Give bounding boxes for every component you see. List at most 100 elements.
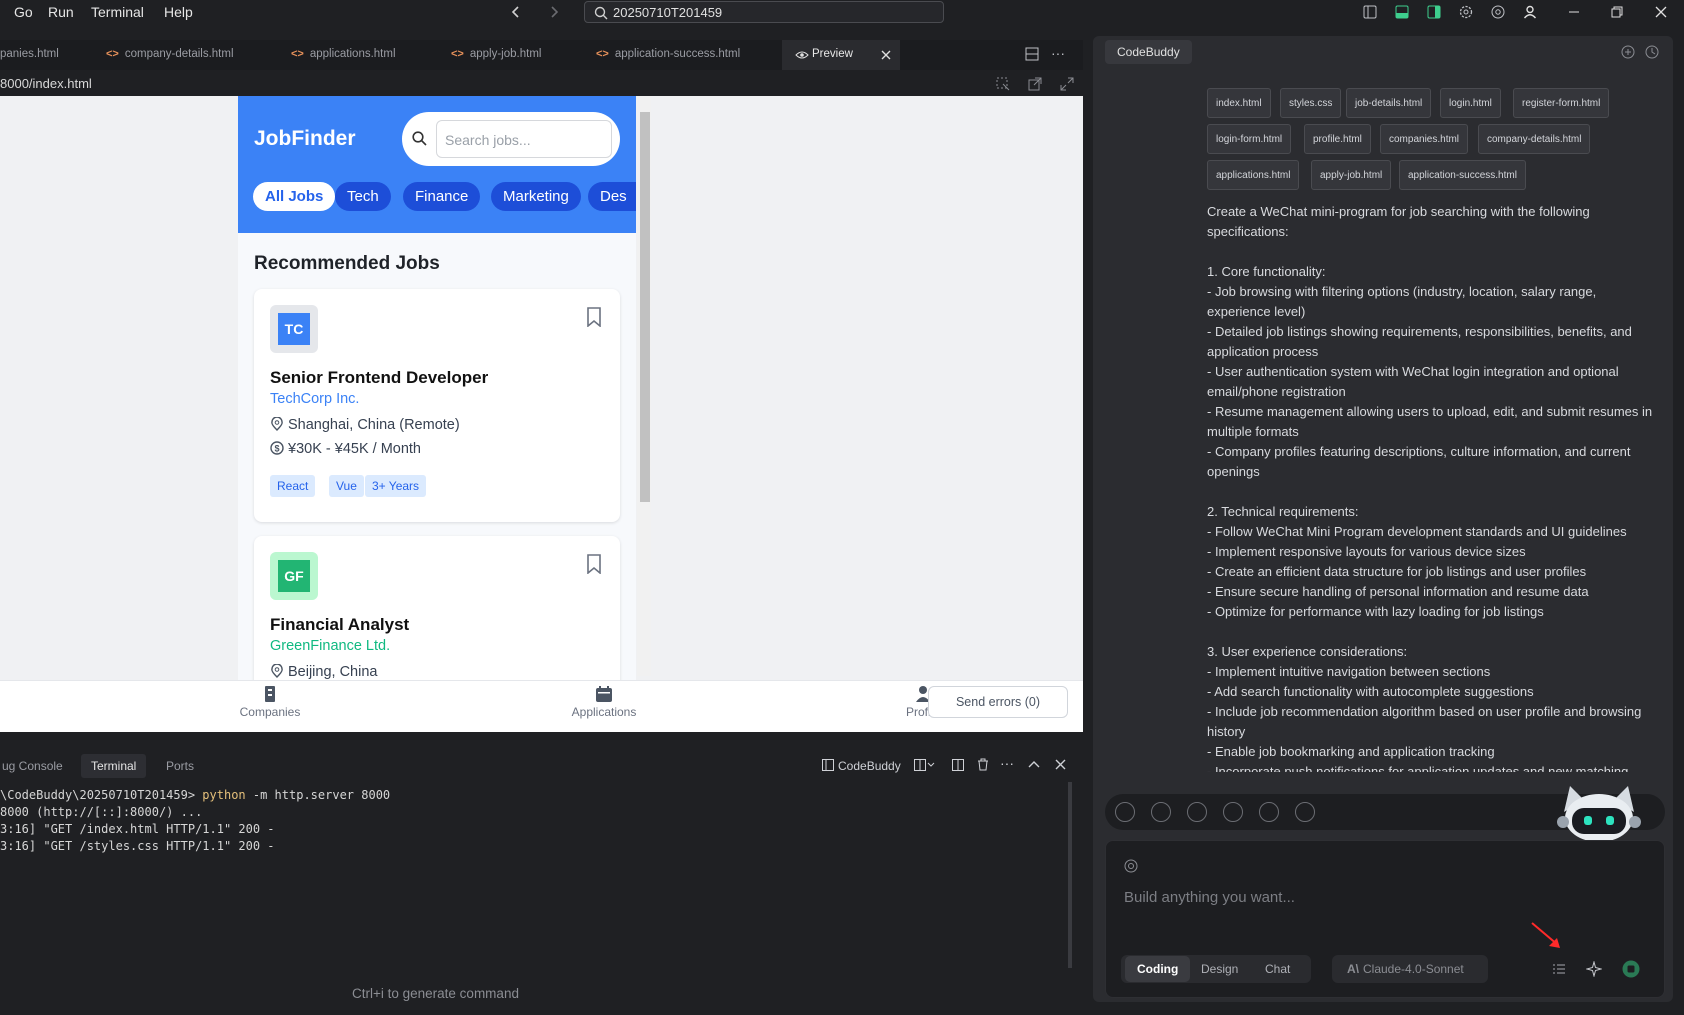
- menu-help[interactable]: Help: [164, 4, 193, 20]
- task-list-icon[interactable]: [1552, 962, 1566, 976]
- terminal-profile-label[interactable]: CodeBuddy: [838, 759, 901, 773]
- terminal-panel: ug Console Terminal Ports CodeBuddy ··· …: [0, 746, 1083, 1006]
- prompt-line: - Detailed job listings showing requirem…: [1207, 324, 1632, 359]
- mode-chat[interactable]: Chat: [1265, 962, 1290, 976]
- file-chip[interactable]: profile.html: [1304, 124, 1371, 154]
- preview-scrollbar-thumb[interactable]: [640, 112, 650, 502]
- file-chip[interactable]: index.html: [1207, 88, 1271, 118]
- job-title: Financial Analyst: [270, 615, 410, 634]
- toggle-panel-icon[interactable]: [1395, 5, 1409, 19]
- category-tech[interactable]: Tech: [335, 182, 391, 211]
- command-search-box[interactable]: 20250710T201459: [584, 1, 944, 23]
- tab-ports[interactable]: Ports: [156, 754, 204, 778]
- deploy-rocket-icon[interactable]: [1295, 802, 1315, 822]
- tab-label: application-success.html: [614, 48, 741, 60]
- minimize-icon[interactable]: [1567, 5, 1581, 19]
- bookmark-icon[interactable]: [586, 307, 602, 327]
- preview-eye-icon[interactable]: [1259, 802, 1279, 822]
- tab-preview[interactable]: Preview: [782, 40, 900, 70]
- send-button-icon[interactable]: [1622, 960, 1640, 978]
- enhance-prompt-icon[interactable]: [1586, 961, 1602, 977]
- image-icon[interactable]: [1223, 802, 1243, 822]
- maximize-panel-icon[interactable]: [1028, 760, 1040, 768]
- anthropic-icon: A\: [1347, 962, 1359, 976]
- category-marketing[interactable]: Marketing: [491, 182, 581, 211]
- tab-application-success[interactable]: <> application-success.html: [596, 40, 740, 70]
- file-chip[interactable]: application-success.html: [1399, 160, 1526, 190]
- nav-applications[interactable]: Applications: [559, 685, 649, 719]
- codebuddy-mascot-icon: [1557, 786, 1641, 840]
- close-window-icon[interactable]: [1654, 5, 1668, 19]
- expand-icon[interactable]: [1060, 77, 1074, 91]
- close-panel-icon[interactable]: [1055, 759, 1066, 770]
- more-actions-icon[interactable]: ···: [1051, 45, 1065, 61]
- tab-company-details[interactable]: <> company-details.html: [106, 40, 234, 70]
- company-name[interactable]: TechCorp Inc.: [270, 391, 359, 407]
- close-tab-icon[interactable]: [881, 50, 891, 60]
- terminal-scrollbar[interactable]: [1068, 782, 1072, 968]
- at-mention-icon[interactable]: [1124, 859, 1138, 873]
- file-chip[interactable]: apply-job.html: [1311, 160, 1392, 190]
- back-arrow-icon[interactable]: [510, 6, 522, 18]
- account-icon[interactable]: [1523, 5, 1537, 19]
- category-all-jobs[interactable]: All Jobs: [253, 182, 336, 211]
- select-element-icon[interactable]: [996, 77, 1010, 91]
- category-design[interactable]: Des: [588, 182, 636, 211]
- more-actions-icon[interactable]: ···: [1000, 755, 1014, 771]
- toggle-secondary-sidebar-icon[interactable]: [1427, 5, 1441, 19]
- nav-companies[interactable]: Companies: [225, 685, 315, 719]
- forward-arrow-icon[interactable]: [548, 6, 560, 18]
- tab-terminal[interactable]: Terminal: [81, 754, 147, 778]
- model-selector[interactable]: A\ Claude-4.0-Sonnet: [1332, 955, 1488, 983]
- browser-icon[interactable]: [1491, 5, 1505, 19]
- user-prompt-message: Create a WeChat mini-program for job sea…: [1207, 202, 1653, 782]
- tab-applications[interactable]: <> applications.html: [291, 40, 396, 70]
- split-editor-icon[interactable]: [1025, 47, 1039, 61]
- history-icon[interactable]: [1645, 45, 1659, 59]
- preview-pane: JobFinder Search jobs... All Jobs Tech F…: [0, 96, 1083, 732]
- restore-icon[interactable]: [1610, 5, 1624, 19]
- file-chip[interactable]: company-details.html: [1478, 124, 1591, 154]
- menu-terminal[interactable]: Terminal: [91, 4, 144, 20]
- skill-tag: 3+ Years: [365, 475, 427, 497]
- tab-apply-job[interactable]: <> apply-job.html: [451, 40, 541, 70]
- file-chip[interactable]: login-form.html: [1207, 124, 1292, 154]
- search-text: 20250710T201459: [613, 5, 723, 20]
- trash-icon[interactable]: [977, 758, 989, 771]
- job-search-input[interactable]: Search jobs...: [436, 120, 612, 158]
- mode-selector: Coding Design Chat: [1121, 955, 1311, 983]
- gear-icon[interactable]: [1459, 5, 1473, 19]
- file-chip[interactable]: login.html: [1440, 88, 1501, 118]
- url-text[interactable]: 8000/index.html: [0, 76, 92, 91]
- toggle-primary-sidebar-icon[interactable]: [1363, 5, 1377, 19]
- job-card[interactable]: TC Senior Frontend Developer TechCorp In…: [254, 289, 620, 522]
- company-name[interactable]: GreenFinance Ltd.: [270, 638, 390, 654]
- file-chip[interactable]: register-form.html: [1513, 88, 1610, 118]
- split-icon[interactable]: [952, 759, 964, 771]
- menu-run[interactable]: Run: [48, 4, 74, 20]
- file-chip[interactable]: styles.css: [1280, 88, 1342, 118]
- tab-companies[interactable]: panies.html: [0, 40, 59, 70]
- tab-label: panies.html: [0, 48, 59, 60]
- menu-go[interactable]: Go: [14, 4, 33, 20]
- mode-coding[interactable]: Coding: [1125, 956, 1191, 982]
- new-chat-icon[interactable]: [1621, 45, 1635, 59]
- chat-input[interactable]: Build anything you want...: [1124, 889, 1295, 906]
- component-icon[interactable]: [1151, 802, 1171, 822]
- split-terminal-icon[interactable]: [914, 759, 936, 771]
- prompt-line: - Optimize for performance with lazy loa…: [1207, 604, 1544, 619]
- terminal-line: 3:16] "GET /index.html HTTP/1.1" 200 -: [0, 822, 275, 836]
- send-errors-button[interactable]: Send errors (0): [928, 686, 1068, 718]
- file-chip[interactable]: job-details.html: [1346, 88, 1432, 118]
- link-icon[interactable]: [1187, 802, 1207, 822]
- category-finance[interactable]: Finance: [403, 182, 481, 211]
- bookmark-icon[interactable]: [586, 554, 602, 574]
- open-external-icon[interactable]: [1028, 77, 1042, 91]
- codebuddy-tab[interactable]: CodeBuddy: [1105, 40, 1192, 64]
- mode-design[interactable]: Design: [1201, 962, 1238, 976]
- tab-debug-console[interactable]: ug Console: [0, 754, 73, 778]
- figma-icon[interactable]: [1115, 802, 1135, 822]
- section-title: Recommended Jobs: [254, 253, 440, 274]
- file-chip[interactable]: applications.html: [1207, 160, 1300, 190]
- file-chip[interactable]: companies.html: [1380, 124, 1469, 154]
